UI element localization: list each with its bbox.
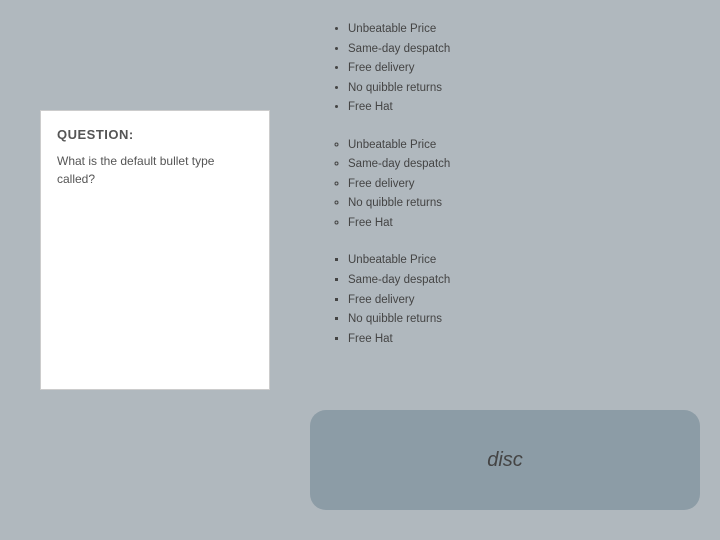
list-item: No quibble returns (348, 194, 700, 214)
list-item: Same-day despatch (348, 40, 700, 60)
circle-list: Unbeatable Price Same-day despatch Free … (330, 136, 700, 234)
list-item: No quibble returns (348, 310, 700, 330)
list-item: No quibble returns (348, 79, 700, 99)
list-item: Same-day despatch (348, 271, 700, 291)
list-item: Free delivery (348, 175, 700, 195)
list-item: Unbeatable Price (348, 20, 700, 40)
answer-button[interactable]: disc (310, 410, 700, 510)
square-list: Unbeatable Price Same-day despatch Free … (330, 251, 700, 349)
circle-list-items: Unbeatable Price Same-day despatch Free … (330, 136, 700, 234)
disc-list-items: Unbeatable Price Same-day despatch Free … (330, 20, 700, 118)
main-container: QUESTION: What is the default bullet typ… (0, 0, 720, 540)
lists-area: Unbeatable Price Same-day despatch Free … (330, 20, 700, 367)
disc-list: Unbeatable Price Same-day despatch Free … (330, 20, 700, 118)
list-item: Free delivery (348, 59, 700, 79)
question-title: QUESTION: (57, 127, 253, 142)
list-item: Free Hat (348, 98, 700, 118)
question-card: QUESTION: What is the default bullet typ… (40, 110, 270, 390)
list-item: Free Hat (348, 214, 700, 234)
list-item: Unbeatable Price (348, 136, 700, 156)
list-item: Unbeatable Price (348, 251, 700, 271)
answer-label: disc (487, 449, 523, 472)
list-item: Same-day despatch (348, 155, 700, 175)
square-list-items: Unbeatable Price Same-day despatch Free … (330, 251, 700, 349)
list-item: Free delivery (348, 291, 700, 311)
list-item: Free Hat (348, 330, 700, 350)
question-text: What is the default bullet type called? (57, 152, 253, 188)
